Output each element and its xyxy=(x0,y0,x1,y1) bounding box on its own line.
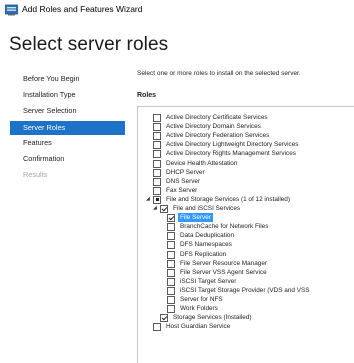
role-label[interactable]: BranchCache for Network Files xyxy=(180,222,268,231)
instruction-text: Select one or more roles to install on t… xyxy=(137,70,301,77)
role-checkbox[interactable] xyxy=(160,205,168,213)
nav-item-server-roles[interactable]: Server Roles xyxy=(10,121,125,135)
role-row[interactable]: Active Directory Federation Services xyxy=(138,131,354,141)
role-row[interactable]: DHCP Server xyxy=(138,168,354,177)
role-checkbox[interactable] xyxy=(153,168,161,177)
role-row[interactable]: iSCSI Target Storage Provider (VDS and V… xyxy=(138,286,354,295)
role-label[interactable]: iSCSI Target Storage Provider (VDS and V… xyxy=(180,286,310,295)
role-row[interactable]: Storage Services (Installed) xyxy=(138,313,354,323)
role-checkbox[interactable] xyxy=(153,150,161,159)
role-label[interactable]: File and iSCSI Services xyxy=(173,204,240,213)
role-label[interactable]: Storage Services (Installed) xyxy=(173,313,252,322)
role-row[interactable]: Host Guardian Service xyxy=(138,322,354,332)
role-checkbox[interactable] xyxy=(167,259,175,268)
server-manager-icon xyxy=(5,4,18,16)
role-label[interactable]: File Server Resource Manager xyxy=(180,259,267,268)
role-checkbox[interactable] xyxy=(153,323,161,332)
role-checkbox[interactable] xyxy=(167,214,175,223)
role-label[interactable]: Active Directory Lightweight Directory S… xyxy=(166,140,298,149)
role-row[interactable]: Active Directory Domain Services xyxy=(138,122,354,132)
role-label[interactable]: Active Directory Rights Management Servi… xyxy=(166,149,296,158)
nav-item-before-you-begin[interactable]: Before You Begin xyxy=(23,74,79,83)
role-row[interactable]: Data Deduplication xyxy=(138,231,354,241)
role-checkbox[interactable] xyxy=(167,277,175,286)
role-label[interactable]: Data Deduplication xyxy=(180,231,234,240)
nav-item-confirmation[interactable]: Confirmation xyxy=(23,154,64,163)
role-row[interactable]: File Server xyxy=(138,213,354,223)
role-checkbox[interactable] xyxy=(153,177,161,186)
role-label[interactable]: Fax Server xyxy=(166,186,197,195)
role-checkbox[interactable] xyxy=(167,232,175,241)
role-label[interactable]: DNS Server xyxy=(166,177,200,186)
nav-item-installation-type[interactable]: Installation Type xyxy=(23,90,76,99)
role-row[interactable]: BranchCache for Network Files xyxy=(138,222,354,232)
role-label[interactable]: Host Guardian Service xyxy=(166,322,230,331)
role-row[interactable]: iSCSI Target Server xyxy=(138,277,354,286)
nav-item-server-selection[interactable]: Server Selection xyxy=(23,106,77,115)
role-checkbox[interactable] xyxy=(167,268,175,277)
nav-item-features[interactable]: Features xyxy=(23,138,52,147)
role-checkbox[interactable] xyxy=(153,123,161,132)
role-checkbox[interactable] xyxy=(153,132,161,141)
title-bar: Add Roles and Features Wizard xyxy=(0,0,354,20)
role-checkbox[interactable] xyxy=(167,241,175,250)
nav-item-results: Results xyxy=(23,170,48,179)
roles-tree[interactable]: Active Directory Certificate Services Act… xyxy=(137,106,354,363)
role-checkbox[interactable] xyxy=(160,314,168,323)
role-label[interactable]: iSCSI Target Server xyxy=(180,277,236,286)
window-title: Add Roles and Features Wizard xyxy=(22,4,143,14)
role-row[interactable]: Device Health Attestation xyxy=(138,159,354,168)
role-label[interactable]: File Server xyxy=(178,213,213,223)
role-row[interactable]: Fax Server xyxy=(138,186,354,195)
role-row[interactable]: Work Folders xyxy=(138,304,354,314)
role-checkbox[interactable] xyxy=(167,305,175,314)
role-label[interactable]: File and Storage Services (1 of 12 insta… xyxy=(166,195,290,204)
role-row[interactable]: Active Directory Lightweight Directory S… xyxy=(138,140,354,150)
role-label[interactable]: Active Directory Federation Services xyxy=(166,131,269,140)
role-row[interactable]: File Server Resource Manager xyxy=(138,259,354,268)
role-row[interactable]: DFS Namespaces xyxy=(138,240,354,250)
role-row[interactable]: Active Directory Certificate Services xyxy=(138,113,354,122)
role-label[interactable]: DFS Namespaces xyxy=(180,240,232,249)
role-label[interactable]: Server for NFS xyxy=(180,295,223,304)
role-label[interactable]: Device Health Attestation xyxy=(166,159,237,168)
role-label[interactable]: DFS Replication xyxy=(180,250,226,259)
expand-collapse-icon[interactable]: ◢ xyxy=(153,204,157,213)
expand-collapse-icon[interactable]: ◢ xyxy=(146,195,150,204)
role-label[interactable]: Work Folders xyxy=(180,304,218,313)
roles-label: Roles xyxy=(137,92,157,99)
role-checkbox[interactable] xyxy=(167,296,175,304)
role-label[interactable]: Active Directory Domain Services xyxy=(166,122,261,131)
role-checkbox[interactable] xyxy=(153,186,161,195)
role-row[interactable]: Server for NFS xyxy=(138,295,354,304)
role-row[interactable]: ◢ File and Storage Services (1 of 12 inst… xyxy=(138,195,354,204)
role-checkbox[interactable] xyxy=(153,195,161,204)
role-row[interactable]: DNS Server xyxy=(138,177,354,186)
role-row[interactable]: ◢ File and iSCSI Services xyxy=(138,204,354,213)
role-label[interactable]: DHCP Server xyxy=(166,168,205,177)
page-title: Select server roles xyxy=(9,34,169,55)
role-row[interactable]: DFS Replication xyxy=(138,250,354,259)
role-checkbox[interactable] xyxy=(167,250,175,259)
role-label[interactable]: Active Directory Certificate Services xyxy=(166,113,268,122)
role-checkbox[interactable] xyxy=(153,141,161,150)
role-checkbox[interactable] xyxy=(167,223,175,232)
role-checkbox[interactable] xyxy=(167,286,175,295)
role-label[interactable]: File Server VSS Agent Service xyxy=(180,268,267,277)
role-checkbox[interactable] xyxy=(153,114,161,122)
role-row[interactable]: File Server VSS Agent Service xyxy=(138,268,354,277)
role-checkbox[interactable] xyxy=(153,159,161,168)
role-row[interactable]: Active Directory Rights Management Servi… xyxy=(138,149,354,159)
